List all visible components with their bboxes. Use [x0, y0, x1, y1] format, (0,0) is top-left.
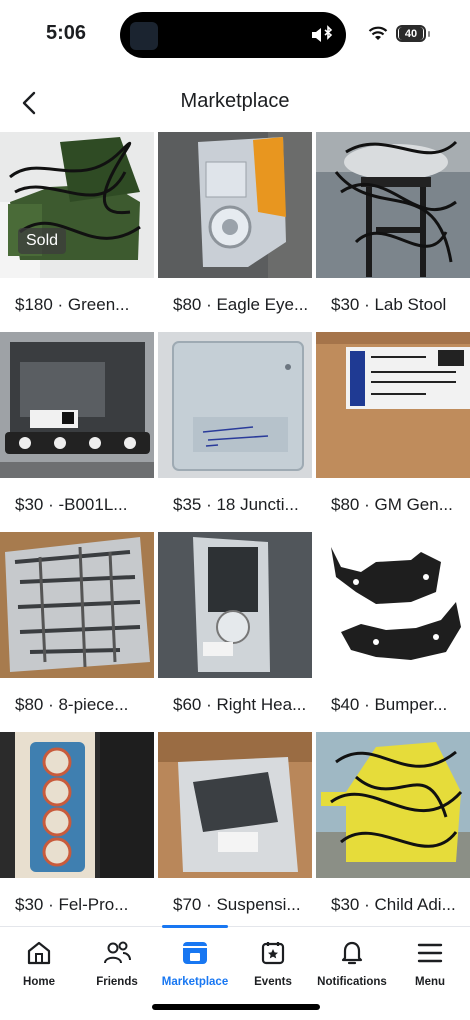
- listing-card[interactable]: $40 · Bumper...: [316, 532, 470, 732]
- bell-icon: [341, 941, 363, 965]
- status-bar: 5:06 40: [0, 0, 470, 70]
- nav-item-home[interactable]: Home: [0, 927, 78, 997]
- menu-icon: [417, 943, 443, 963]
- listing-photo: [0, 332, 154, 478]
- listing-photo: Sold: [0, 132, 154, 278]
- dynamic-island: [120, 12, 346, 58]
- listing-caption: $60 · Right Hea...: [173, 695, 307, 714]
- listing-card[interactable]: $80 · 8-piece...: [0, 532, 154, 732]
- listing-card[interactable]: $80 · Eagle Eye...: [158, 132, 312, 332]
- listing-photo: [0, 532, 154, 678]
- listing-caption: $180 · Green...: [15, 295, 130, 314]
- listing-card[interactable]: $30 · Child Adi...: [316, 732, 470, 932]
- listing-card[interactable]: $70 · Suspensi...: [158, 732, 312, 932]
- friends-icon: [104, 941, 131, 964]
- listing-caption: $80 · Eagle Eye...: [173, 295, 309, 314]
- listing-caption: $30 · Fel-Pro...: [15, 895, 129, 914]
- battery-indicator: 40: [396, 25, 426, 42]
- listing-photo: [158, 532, 312, 678]
- listing-photo: [316, 132, 470, 278]
- listing-caption: $80 · 8-piece...: [15, 695, 129, 714]
- listing-card[interactable]: Sold $180 · Green...: [0, 132, 154, 332]
- sold-badge: Sold: [18, 228, 67, 254]
- nav-label: Home: [23, 976, 55, 988]
- listing-photo: [0, 732, 154, 878]
- listing-caption: $30 · Lab Stool: [331, 295, 447, 314]
- listing-card[interactable]: $80 · GM Gen...: [316, 332, 470, 532]
- home-indicator[interactable]: [152, 1004, 320, 1010]
- nav-label: Marketplace: [161, 976, 229, 988]
- listing-caption: $30 · -B001L...: [15, 495, 128, 514]
- listing-photo: [316, 532, 470, 678]
- listing-photo: [158, 132, 312, 278]
- battery-cap: [428, 31, 430, 37]
- nav-item-friends[interactable]: Friends: [78, 927, 156, 997]
- page-title: Marketplace: [180, 90, 290, 112]
- battery-level: 40: [399, 27, 423, 40]
- active-tab-indicator: [162, 925, 228, 928]
- nav-item-menu[interactable]: Menu: [391, 927, 469, 997]
- listing-caption: $80 · GM Gen...: [331, 495, 453, 514]
- listing-card[interactable]: $60 · Right Hea...: [158, 532, 312, 732]
- listing-photo: [316, 332, 470, 478]
- listing-card[interactable]: $30 · -B001L...: [0, 332, 154, 532]
- nav-item-marketplace[interactable]: Marketplace: [156, 925, 234, 997]
- nav-item-notifications[interactable]: Notifications: [313, 927, 391, 997]
- listing-caption: $40 · Bumper...: [331, 695, 448, 714]
- nav-label: Friends: [96, 976, 138, 988]
- status-time: 5:06: [46, 22, 87, 44]
- listing-card[interactable]: $30 · Fel-Pro...: [0, 732, 154, 932]
- listings-grid: Sold $180 · Green... $80 · Eagle Eye...: [0, 132, 470, 932]
- nav-label: Menu: [414, 976, 446, 988]
- listing-card[interactable]: $30 · Lab Stool: [316, 132, 470, 332]
- listing-caption: $35 · 18 Juncti...: [173, 495, 299, 514]
- home-icon: [27, 941, 51, 965]
- nav-label: Events: [254, 976, 292, 988]
- app-thumbnail-icon: [130, 22, 158, 50]
- listing-photo: [158, 332, 312, 478]
- listing-caption: $70 · Suspensi...: [173, 895, 301, 914]
- wifi-icon: [368, 26, 388, 40]
- listing-photo: [158, 732, 312, 878]
- nav-label: Notifications: [317, 976, 387, 988]
- nav-item-events[interactable]: Events: [234, 927, 312, 997]
- listing-photo: [316, 732, 470, 878]
- marketplace-icon: [183, 942, 207, 964]
- listing-caption: $30 · Child Adi...: [331, 895, 456, 914]
- events-icon: [261, 942, 285, 965]
- listing-card[interactable]: $35 · 18 Juncti...: [158, 332, 312, 532]
- header: Marketplace: [0, 80, 470, 126]
- mute-bluetooth-icon: [312, 25, 333, 42]
